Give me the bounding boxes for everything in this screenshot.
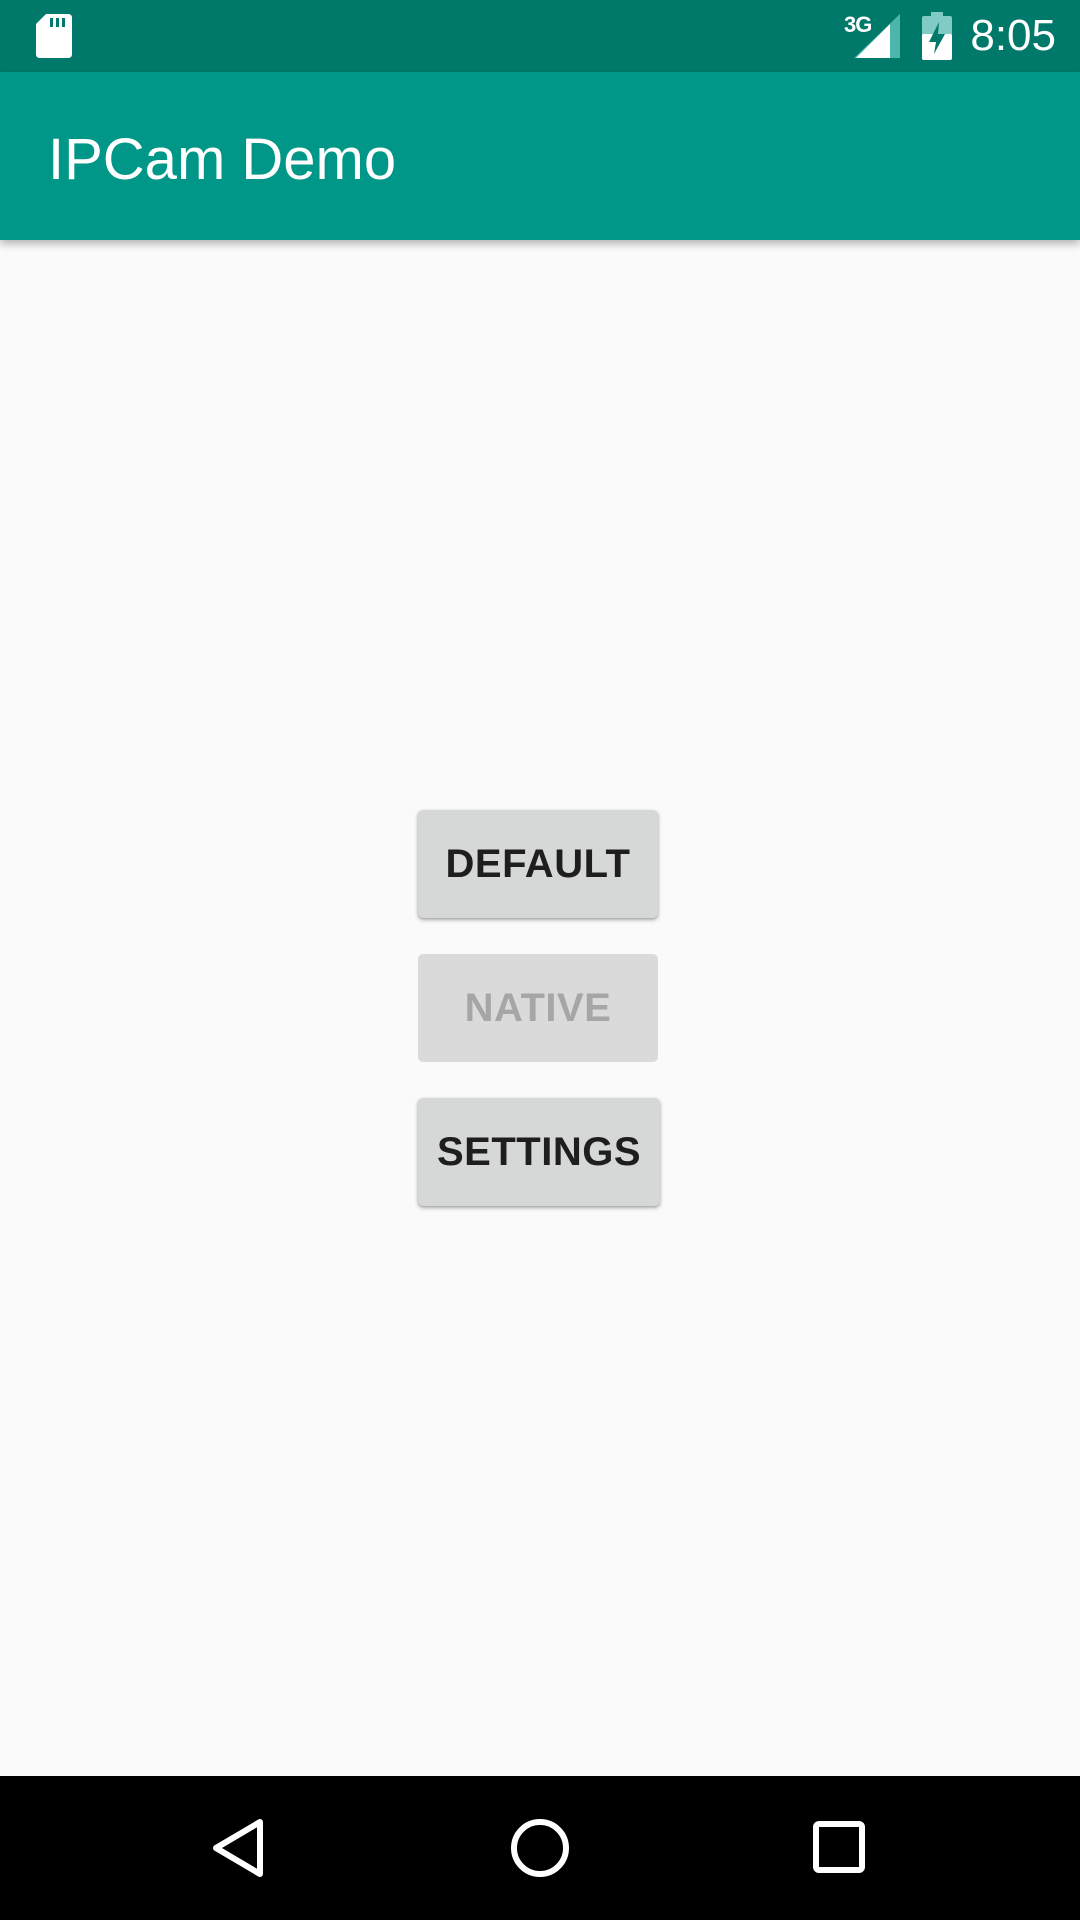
status-bar: 3G 8:05 xyxy=(0,0,1080,72)
app-bar: IPCam Demo xyxy=(0,72,1080,240)
sd-card-icon xyxy=(36,14,72,58)
default-button[interactable]: DEFAULT xyxy=(418,810,658,918)
back-icon[interactable] xyxy=(200,1808,280,1888)
screen: 3G 8:05 IPCam Demo DEFAULT NATIVE SETTIN… xyxy=(0,0,1080,1920)
recents-icon[interactable] xyxy=(800,1808,880,1888)
home-icon[interactable] xyxy=(500,1808,580,1888)
native-button[interactable]: NATIVE xyxy=(418,954,658,1062)
settings-button[interactable]: SETTINGS xyxy=(418,1098,660,1206)
signal-icon xyxy=(854,14,900,58)
status-clock: 8:05 xyxy=(970,11,1056,60)
app-title: IPCam Demo xyxy=(48,127,397,192)
navigation-bar xyxy=(0,1776,1080,1920)
battery-charging-icon xyxy=(922,12,952,60)
